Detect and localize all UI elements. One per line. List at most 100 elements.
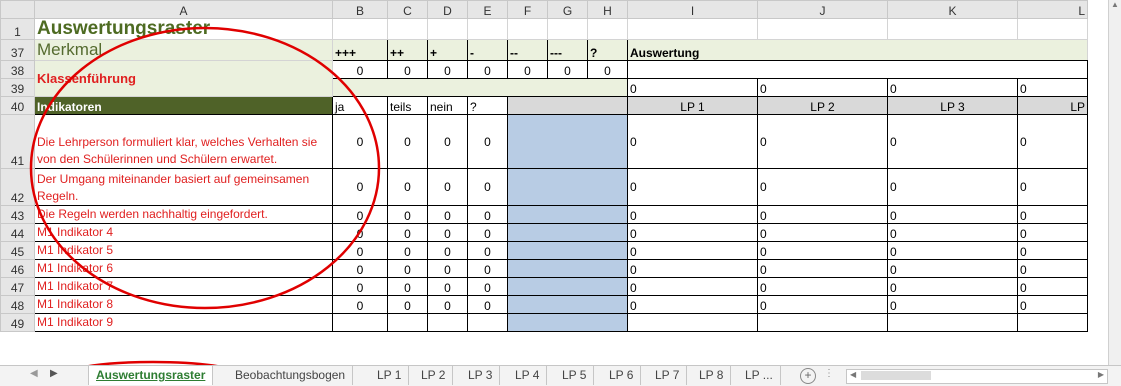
tab-split-icon[interactable]: ⋮ bbox=[824, 368, 834, 379]
question-value[interactable]: 0 bbox=[467, 114, 508, 169]
tab-beobachtungsbogen[interactable]: Beobachtungsbogen bbox=[228, 366, 354, 385]
cell[interactable] bbox=[1017, 313, 1088, 332]
lp-value[interactable]: 0 bbox=[627, 168, 758, 206]
lp-value[interactable]: 0 bbox=[887, 295, 1018, 314]
lp-value[interactable]: 0 bbox=[757, 114, 888, 169]
count-cell[interactable]: 0 bbox=[507, 60, 548, 79]
column-header-l[interactable]: L bbox=[1017, 0, 1088, 19]
ja-value[interactable]: 0 bbox=[332, 114, 388, 169]
tab-lp5[interactable]: LP 5 bbox=[555, 366, 595, 385]
lp-value[interactable]: 0 bbox=[627, 241, 758, 260]
lp-value[interactable]: 0 bbox=[1017, 114, 1088, 169]
lp-value[interactable]: 0 bbox=[627, 277, 758, 296]
indicator-text[interactable]: M1 Indikator 7 bbox=[34, 277, 333, 296]
lp-value[interactable]: 0 bbox=[1017, 168, 1088, 206]
horizontal-scrollbar[interactable]: ◀ ▶ bbox=[846, 369, 1108, 384]
lp-header[interactable]: LP 2 bbox=[757, 96, 888, 115]
teils-value[interactable]: 0 bbox=[387, 241, 428, 260]
nein-value[interactable]: 0 bbox=[427, 259, 468, 278]
column-header-c[interactable]: C bbox=[387, 0, 428, 19]
count-cell[interactable]: 0 bbox=[547, 60, 588, 79]
lp-value[interactable]: 0 bbox=[757, 241, 888, 260]
question-header[interactable]: ? bbox=[467, 96, 508, 115]
lp-sum-cell[interactable]: 0 bbox=[627, 78, 758, 97]
ja-value[interactable]: 0 bbox=[332, 168, 388, 206]
cell[interactable] bbox=[332, 18, 388, 40]
nein-value[interactable]: 0 bbox=[427, 277, 468, 296]
merkmal-cell[interactable]: Merkmal bbox=[34, 39, 333, 61]
question-value[interactable]: 0 bbox=[467, 295, 508, 314]
row-header[interactable]: 37 bbox=[0, 39, 35, 61]
column-header-i[interactable]: I bbox=[627, 0, 758, 19]
row-header[interactable]: 42 bbox=[0, 168, 35, 206]
indicator-text[interactable]: M1 Indikator 5 bbox=[34, 241, 333, 260]
cell[interactable] bbox=[627, 313, 758, 332]
lp-value[interactable]: 0 bbox=[757, 259, 888, 278]
tab-lp-more[interactable]: LP ... bbox=[738, 366, 781, 385]
symbol-cell[interactable]: ++ bbox=[387, 39, 428, 61]
lp-value[interactable]: 0 bbox=[1017, 295, 1088, 314]
select-all-corner[interactable] bbox=[0, 0, 35, 19]
cell[interactable] bbox=[387, 313, 428, 332]
ja-value[interactable]: 0 bbox=[332, 295, 388, 314]
column-header-j[interactable]: J bbox=[757, 0, 888, 19]
ja-value[interactable]: 0 bbox=[332, 277, 388, 296]
scroll-up-arrow-icon[interactable]: ▲ bbox=[1109, 0, 1121, 9]
column-header-d[interactable]: D bbox=[427, 0, 468, 19]
ja-header[interactable]: ja bbox=[332, 96, 388, 115]
teils-value[interactable]: 0 bbox=[387, 205, 428, 224]
blue-cell[interactable] bbox=[507, 114, 628, 169]
row-header[interactable]: 40 bbox=[0, 96, 35, 115]
cell[interactable] bbox=[332, 313, 388, 332]
row-header[interactable]: 43 bbox=[0, 205, 35, 224]
lp-value[interactable]: 0 bbox=[757, 277, 888, 296]
blue-cell[interactable] bbox=[507, 277, 628, 296]
question-value[interactable]: 0 bbox=[467, 241, 508, 260]
column-header-a[interactable]: A bbox=[34, 0, 333, 19]
row-header[interactable]: 41 bbox=[0, 114, 35, 169]
cell[interactable] bbox=[427, 18, 468, 40]
ja-value[interactable]: 0 bbox=[332, 259, 388, 278]
teils-header[interactable]: teils bbox=[387, 96, 428, 115]
lp-sum-cell[interactable]: 0 bbox=[887, 78, 1018, 97]
lp-value[interactable]: 0 bbox=[627, 259, 758, 278]
lp-value[interactable]: 0 bbox=[887, 223, 1018, 242]
cell[interactable] bbox=[507, 18, 548, 40]
lp-value[interactable]: 0 bbox=[887, 168, 1018, 206]
auswertung-header[interactable]: Auswertung bbox=[627, 39, 1088, 61]
blue-cell[interactable] bbox=[507, 241, 628, 260]
tab-lp1[interactable]: LP 1 bbox=[370, 366, 410, 385]
lp-value[interactable]: 0 bbox=[757, 223, 888, 242]
cell[interactable] bbox=[627, 18, 758, 40]
blue-cell[interactable] bbox=[507, 205, 628, 224]
cell[interactable] bbox=[757, 18, 888, 40]
tab-lp2[interactable]: LP 2 bbox=[414, 366, 454, 385]
lp-header[interactable]: LP bbox=[1017, 96, 1088, 115]
row-header[interactable]: 46 bbox=[0, 259, 35, 278]
lp-value[interactable]: 0 bbox=[1017, 277, 1088, 296]
cell[interactable] bbox=[507, 96, 628, 115]
nein-value[interactable]: 0 bbox=[427, 223, 468, 242]
cell[interactable] bbox=[757, 313, 888, 332]
symbol-cell[interactable]: + bbox=[427, 39, 468, 61]
cell[interactable] bbox=[467, 18, 508, 40]
add-sheet-icon[interactable]: + bbox=[800, 368, 816, 384]
cell[interactable] bbox=[1017, 18, 1088, 40]
lp-value[interactable]: 0 bbox=[1017, 241, 1088, 260]
row-header[interactable]: 38 bbox=[0, 60, 35, 79]
lp-value[interactable]: 0 bbox=[757, 205, 888, 224]
question-value[interactable]: 0 bbox=[467, 205, 508, 224]
teils-value[interactable]: 0 bbox=[387, 295, 428, 314]
nein-value[interactable]: 0 bbox=[427, 205, 468, 224]
blue-cell[interactable] bbox=[507, 259, 628, 278]
tab-lp6[interactable]: LP 6 bbox=[602, 366, 642, 385]
lp-sum-cell[interactable]: 0 bbox=[757, 78, 888, 97]
cell[interactable] bbox=[427, 313, 468, 332]
tab-lp4[interactable]: LP 4 bbox=[508, 366, 548, 385]
cell[interactable] bbox=[627, 60, 1088, 79]
count-cell[interactable]: 0 bbox=[587, 60, 628, 79]
ja-value[interactable]: 0 bbox=[332, 205, 388, 224]
row-header[interactable]: 44 bbox=[0, 223, 35, 242]
column-header-f[interactable]: F bbox=[507, 0, 548, 19]
teils-value[interactable]: 0 bbox=[387, 259, 428, 278]
